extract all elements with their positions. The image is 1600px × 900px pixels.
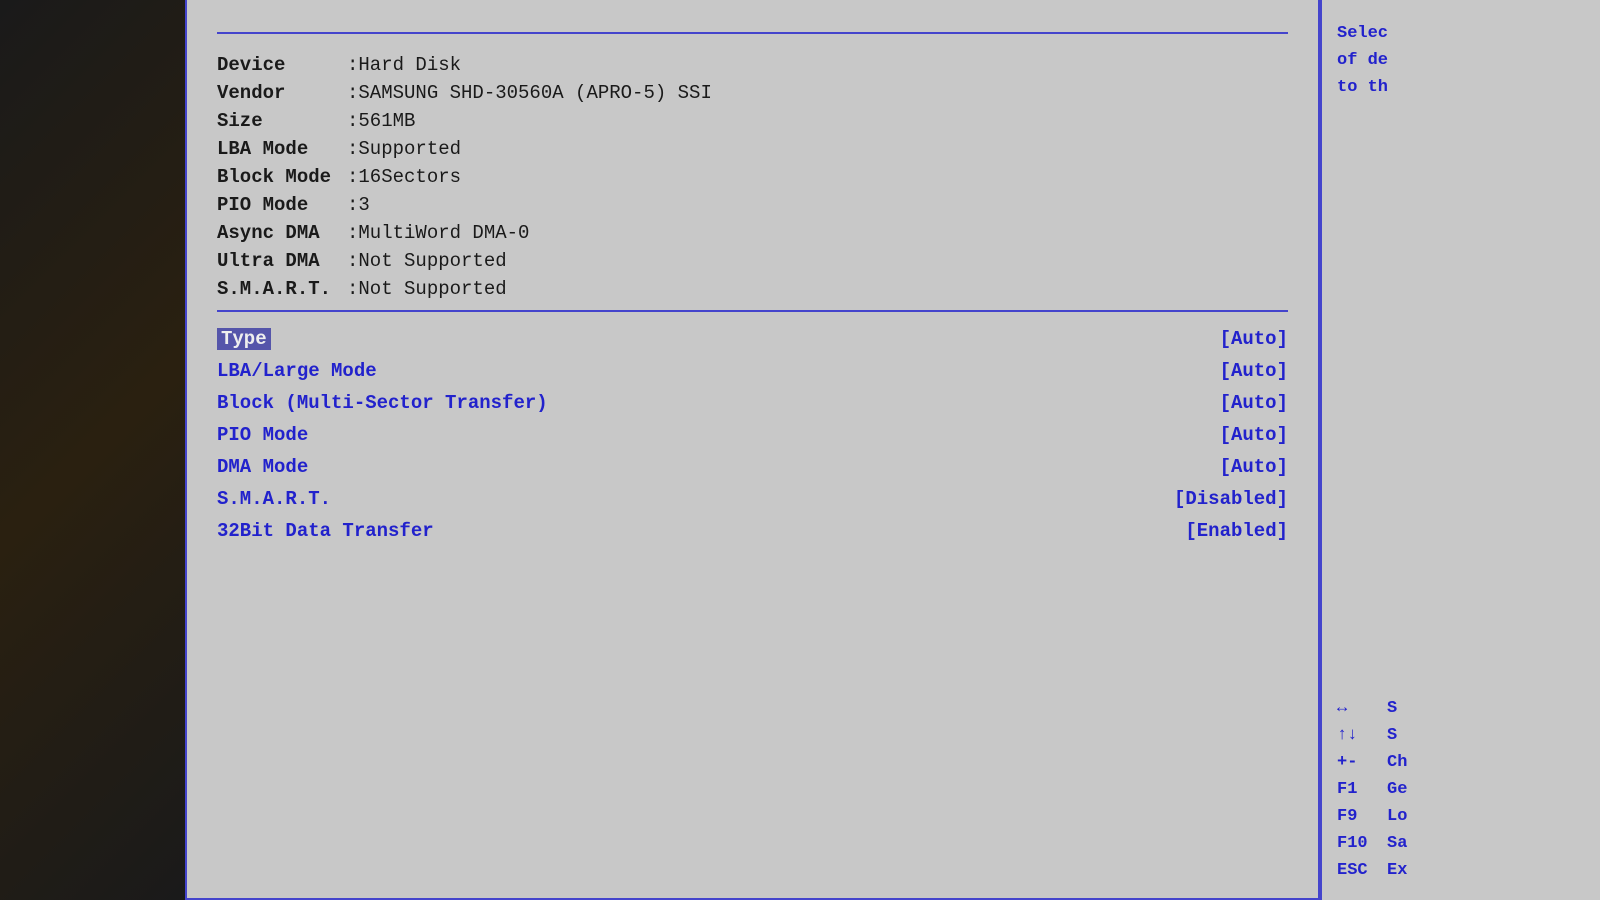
key-legend-row: F10Sa bbox=[1337, 834, 1585, 853]
key-symbol: F10 bbox=[1337, 834, 1387, 853]
key-description: Sa bbox=[1387, 834, 1407, 853]
info-value: :SAMSUNG SHD-30560A (APRO-5) SSI bbox=[347, 82, 712, 104]
key-description: S bbox=[1387, 699, 1397, 718]
info-label: Async DMA bbox=[217, 222, 347, 244]
key-symbol: +- bbox=[1337, 753, 1387, 772]
device-info-row: Device:Hard Disk bbox=[217, 54, 1288, 76]
info-label: PIO Mode bbox=[217, 194, 347, 216]
key-description: Ch bbox=[1387, 753, 1407, 772]
key-description: Ex bbox=[1387, 861, 1407, 880]
settings-section: Type[Auto]LBA/Large Mode[Auto]Block (Mul… bbox=[217, 310, 1288, 542]
help-text: Selec of de to th bbox=[1337, 20, 1585, 102]
key-symbol: F1 bbox=[1337, 780, 1387, 799]
setting-row[interactable]: PIO Mode [Auto] bbox=[217, 424, 1288, 446]
key-legend-row: +-Ch bbox=[1337, 753, 1585, 772]
setting-row[interactable]: DMA Mode [Auto] bbox=[217, 456, 1288, 478]
key-legend: ↔S↑↓S+-ChF1GeF9LoF10SaESCEx bbox=[1337, 699, 1585, 880]
device-info-row: Size:561MB bbox=[217, 110, 1288, 132]
setting-row[interactable]: S.M.A.R.T. [Disabled] bbox=[217, 488, 1288, 510]
key-symbol: ESC bbox=[1337, 861, 1387, 880]
device-info-row: Vendor:SAMSUNG SHD-30560A (APRO-5) SSI bbox=[217, 82, 1288, 104]
setting-label: PIO Mode bbox=[217, 424, 308, 446]
key-legend-row: ↑↓S bbox=[1337, 726, 1585, 745]
setting-label: LBA/Large Mode bbox=[217, 360, 377, 382]
info-label: Size bbox=[217, 110, 347, 132]
settings-divider bbox=[217, 310, 1288, 312]
setting-value: [Disabled] bbox=[1174, 488, 1288, 510]
info-value: :561MB bbox=[347, 110, 415, 132]
setting-value: [Auto] bbox=[1220, 392, 1288, 414]
device-info-row: Block Mode:16Sectors bbox=[217, 166, 1288, 188]
key-description: Ge bbox=[1387, 780, 1407, 799]
key-description: S bbox=[1387, 726, 1397, 745]
device-info-row: LBA Mode:Supported bbox=[217, 138, 1288, 160]
info-value: :Hard Disk bbox=[347, 54, 461, 76]
key-legend-row: ESCEx bbox=[1337, 861, 1585, 880]
help-line-1: Selec bbox=[1337, 24, 1388, 43]
info-value: :16Sectors bbox=[347, 166, 461, 188]
key-symbol: F9 bbox=[1337, 807, 1387, 826]
setting-value: [Auto] bbox=[1220, 328, 1288, 350]
info-label: S.M.A.R.T. bbox=[217, 278, 347, 300]
info-value: :Supported bbox=[347, 138, 461, 160]
device-info-row: S.M.A.R.T.:Not Supported bbox=[217, 278, 1288, 300]
bios-main-panel: Device:Hard DiskVendor:SAMSUNG SHD-30560… bbox=[185, 0, 1320, 900]
setting-row[interactable]: Type [Auto] bbox=[217, 328, 1288, 350]
setting-label: DMA Mode bbox=[217, 456, 308, 478]
help-line-2: of de bbox=[1337, 51, 1388, 70]
top-divider bbox=[217, 32, 1288, 34]
info-label: LBA Mode bbox=[217, 138, 347, 160]
setting-value: [Auto] bbox=[1220, 360, 1288, 382]
key-legend-row: F9Lo bbox=[1337, 807, 1585, 826]
key-description: Lo bbox=[1387, 807, 1407, 826]
setting-value: [Auto] bbox=[1220, 424, 1288, 446]
info-value: :MultiWord DMA-0 bbox=[347, 222, 529, 244]
info-label: Vendor bbox=[217, 82, 347, 104]
key-legend-row: F1Ge bbox=[1337, 780, 1585, 799]
info-value: :3 bbox=[347, 194, 370, 216]
key-legend-row: ↔S bbox=[1337, 699, 1585, 718]
device-info-row: PIO Mode:3 bbox=[217, 194, 1288, 216]
setting-label: Type bbox=[217, 328, 271, 350]
setting-row[interactable]: Block (Multi-Sector Transfer) [Auto] bbox=[217, 392, 1288, 414]
left-dark-area bbox=[0, 0, 185, 900]
setting-label: S.M.A.R.T. bbox=[217, 488, 331, 510]
help-line-3: to th bbox=[1337, 78, 1388, 97]
right-help-panel: Selec of de to th ↔S↑↓S+-ChF1GeF9LoF10Sa… bbox=[1320, 0, 1600, 900]
setting-value: [Enabled] bbox=[1185, 520, 1288, 542]
info-label: Ultra DMA bbox=[217, 250, 347, 272]
setting-row[interactable]: LBA/Large Mode [Auto] bbox=[217, 360, 1288, 382]
info-label: Device bbox=[217, 54, 347, 76]
setting-value: [Auto] bbox=[1220, 456, 1288, 478]
main-content-area: Device:Hard DiskVendor:SAMSUNG SHD-30560… bbox=[187, 0, 1318, 898]
setting-label: 32Bit Data Transfer bbox=[217, 520, 434, 542]
info-label: Block Mode bbox=[217, 166, 347, 188]
key-symbol: ↔ bbox=[1337, 699, 1387, 718]
info-value: :Not Supported bbox=[347, 250, 507, 272]
setting-label: Block (Multi-Sector Transfer) bbox=[217, 392, 548, 414]
info-value: :Not Supported bbox=[347, 278, 507, 300]
device-info-row: Async DMA:MultiWord DMA-0 bbox=[217, 222, 1288, 244]
device-info-section: Device:Hard DiskVendor:SAMSUNG SHD-30560… bbox=[217, 54, 1288, 300]
key-symbol: ↑↓ bbox=[1337, 726, 1387, 745]
setting-row[interactable]: 32Bit Data Transfer [Enabled] bbox=[217, 520, 1288, 542]
device-info-row: Ultra DMA:Not Supported bbox=[217, 250, 1288, 272]
